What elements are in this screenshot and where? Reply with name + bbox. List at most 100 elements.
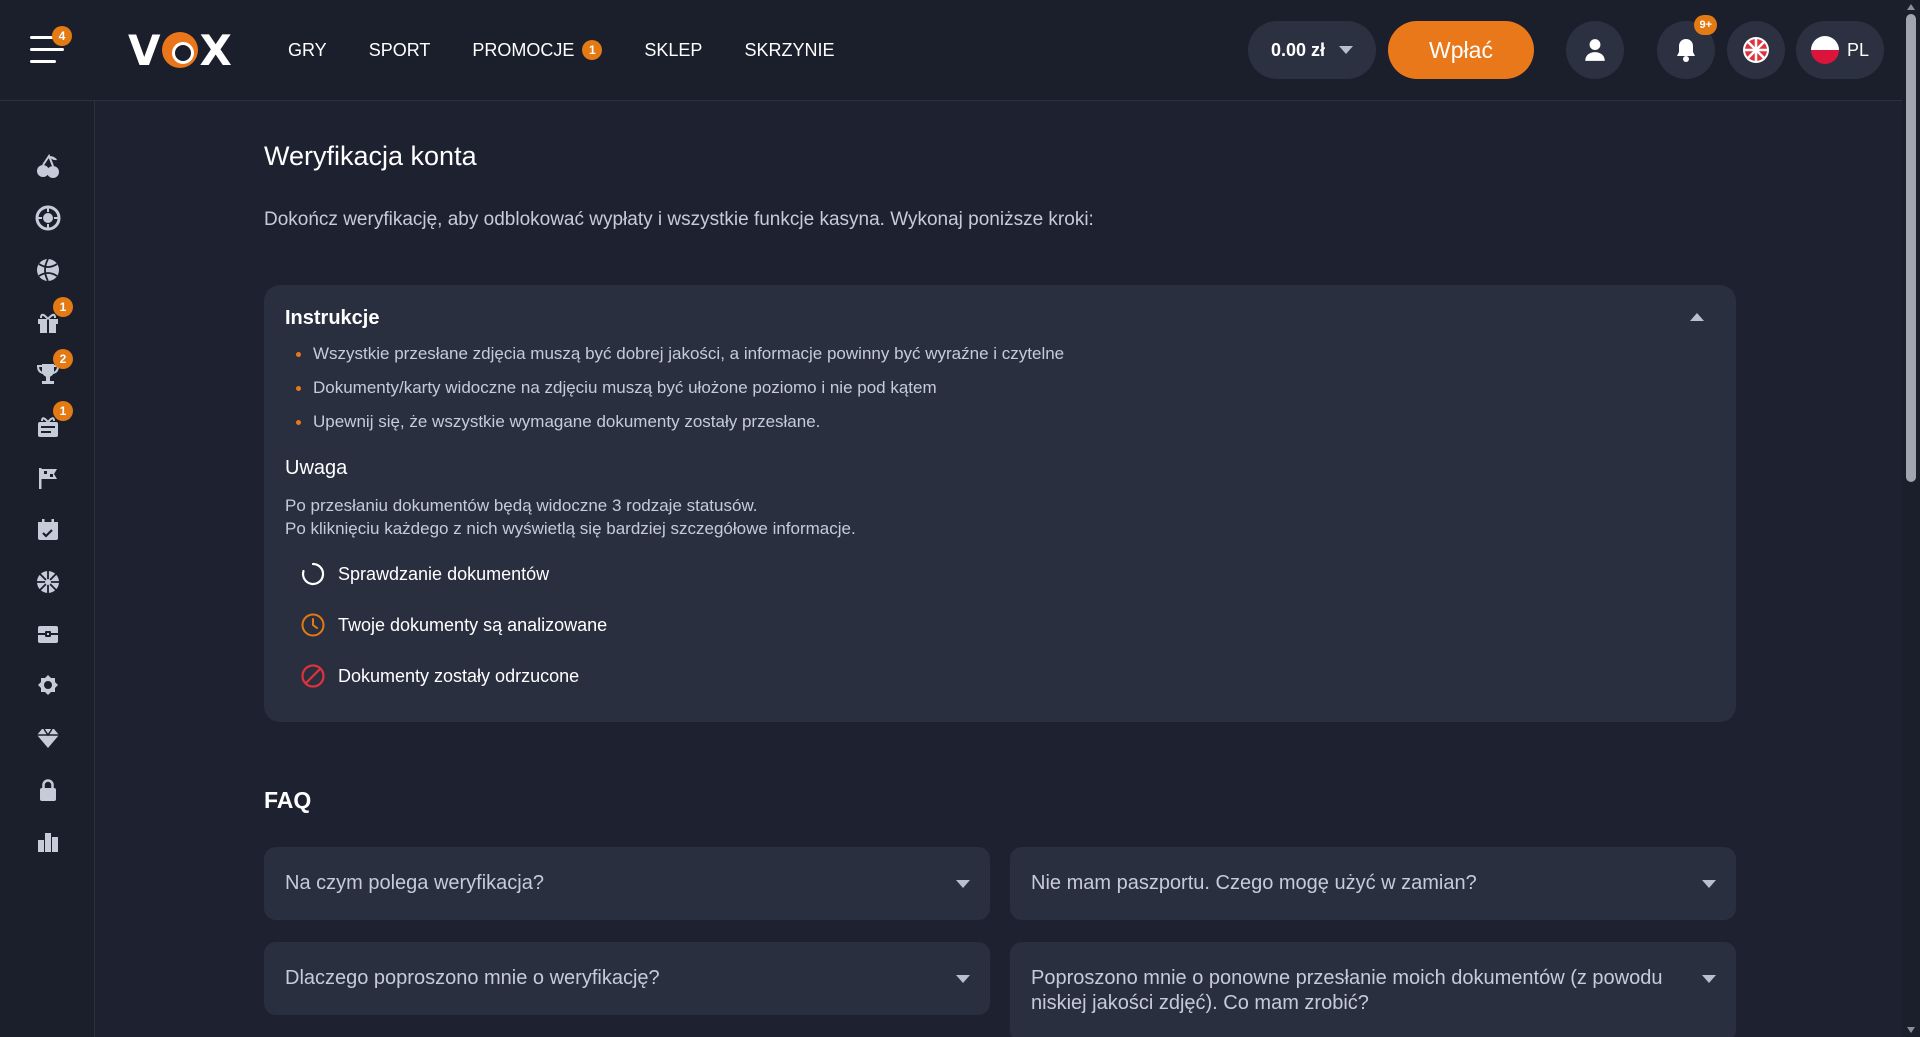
status-label: Sprawdzanie dokumentów (338, 563, 550, 584)
nav-chests[interactable]: SKRZYNIE (744, 38, 834, 62)
logo-chip (161, 32, 198, 68)
fortune-wheel-icon (1743, 37, 1769, 63)
vox-logo[interactable]: VX (128, 25, 232, 75)
nav-sport[interactable]: SPORT (369, 38, 431, 62)
sidebar-item-live-casino[interactable] (33, 203, 63, 233)
sidebar-item-security[interactable] (33, 775, 63, 805)
calendar-icon (38, 519, 58, 540)
nav-shop[interactable]: SKLEP (644, 38, 702, 62)
menu-line (30, 36, 54, 39)
notifications-button[interactable]: 9+ (1657, 15, 1717, 79)
sidebar-item-wheel[interactable] (33, 567, 63, 597)
faq-question: Dlaczego poproszono mnie o weryfikację? (285, 967, 660, 989)
chevron-down-icon (956, 975, 970, 983)
scroll-down-arrow-icon[interactable] (1907, 1027, 1915, 1033)
status-checking[interactable]: Sprawdzanie dokumentów (300, 561, 607, 587)
bell-icon (1677, 39, 1695, 62)
rule-text: Upewnij się, że wszystkie wymagane dokum… (313, 412, 821, 431)
chevron-down-icon (1702, 975, 1716, 983)
sidebar-item-sport[interactable] (33, 255, 63, 285)
faq-question: Nie mam paszportu. Czego mogę użyć w zam… (1031, 872, 1477, 894)
roulette-icon (35, 205, 61, 231)
sidebar-item-calendar[interactable] (33, 515, 63, 545)
nav-promotions[interactable]: PROMOCJE 1 (472, 38, 603, 62)
scroll-up-arrow-icon[interactable] (1907, 4, 1915, 10)
trophy-badge: 2 (53, 349, 73, 369)
faq-question: Poproszono mnie o ponowne przesłanie moi… (1031, 967, 1663, 1014)
status-rejected[interactable]: Dokumenty zostały odrzucone (300, 663, 607, 689)
bullet-icon (296, 352, 301, 357)
sidebar-item-vip[interactable] (33, 723, 63, 753)
chevron-up-icon[interactable] (1690, 313, 1704, 321)
language-selector[interactable]: PL (1796, 21, 1884, 79)
faq-item[interactable]: Na czym polega weryfikacja? (264, 847, 990, 920)
page-title: Weryfikacja konta (264, 141, 477, 171)
faq-item[interactable]: Nie mam paszportu. Czego mogę użyć w zam… (1010, 847, 1736, 920)
sidebar-item-leaderboard[interactable] (33, 827, 63, 857)
list-item: Upewnij się, że wszystkie wymagane dokum… (285, 412, 1064, 446)
status-label: Dokumenty zostały odrzucone (338, 665, 580, 686)
sidebar-item-races[interactable] (33, 463, 63, 493)
deposit-button[interactable]: Wpłać (1388, 21, 1534, 79)
faq-title: FAQ (264, 787, 312, 813)
status-label: Twoje dokumenty są analizowane (338, 614, 608, 635)
chevron-down-icon (956, 880, 970, 888)
sidebar-item-bonuses[interactable]: 1 (33, 401, 73, 441)
cherries-icon (37, 153, 59, 178)
promotions-badge: 1 (582, 40, 603, 60)
rule-text: Wszystkie przesłane zdjęcia muszą być do… (313, 344, 1065, 363)
wheel-icon (37, 571, 59, 593)
menu-badge: 4 (52, 26, 72, 46)
lock-icon (40, 779, 56, 801)
sidebar-item-chests[interactable] (33, 619, 63, 649)
main-nav: GRY SPORT PROMOCJE 1 SKLEP SKRZYNIE (288, 38, 876, 62)
nav-label: SKLEP (644, 39, 703, 60)
faq-item[interactable]: Poproszono mnie o ponowne przesłanie moi… (1010, 942, 1736, 1037)
instructions-list: Wszystkie przesłane zdjęcia muszą być do… (285, 344, 1064, 446)
status-analyzing[interactable]: Twoje dokumenty są analizowane (300, 612, 607, 638)
bonus-badge: 1 (53, 401, 73, 421)
note-text: Po przesłaniu dokumentów będą widoczne 3… (285, 494, 856, 540)
rejected-icon (300, 663, 326, 689)
balance-dropdown[interactable]: 0.00 zł (1248, 21, 1376, 79)
logo-letter-x: X (199, 25, 232, 75)
sidebar-item-achievements[interactable] (33, 671, 63, 701)
sidebar-item-slots[interactable] (33, 151, 63, 181)
menu-line (30, 48, 64, 51)
instructions-title: Instrukcje (285, 307, 380, 329)
profile-button[interactable] (1566, 21, 1624, 79)
balance-value: 0.00 zł (1270, 39, 1326, 60)
chevron-down-icon (1339, 46, 1354, 54)
logo-letter-v: V (128, 25, 161, 75)
nav-label: GRY (288, 39, 327, 60)
sidebar-item-gifts[interactable]: 1 (33, 297, 73, 337)
notifications-badge: 9+ (1694, 15, 1717, 35)
bullet-icon (296, 420, 301, 425)
menu-button[interactable]: 4 (26, 26, 72, 70)
note-line: Po kliknięciu każdego z nich wyświetlą s… (285, 519, 856, 538)
top-bar: 4 VX GRY SPORT PROMOCJE 1 SKLEP SKRZYNIE … (0, 0, 1902, 101)
badge-icon (38, 675, 58, 695)
fortune-wheel-button[interactable] (1727, 21, 1785, 79)
chevron-down-icon (1702, 880, 1716, 888)
bullet-icon (296, 386, 301, 391)
menu-line (30, 60, 56, 63)
poland-flag-icon (1810, 36, 1839, 64)
sidebar-item-tournaments[interactable]: 2 (33, 349, 73, 389)
language-code: PL (1846, 39, 1870, 60)
nav-games[interactable]: GRY (288, 38, 327, 62)
status-list: Sprawdzanie dokumentów Twoje dokumenty s… (300, 561, 607, 714)
faq-question: Na czym polega weryfikacja? (285, 872, 544, 894)
nav-label: SPORT (368, 39, 431, 60)
page-scrollbar[interactable] (1902, 0, 1920, 1037)
gift-badge: 1 (53, 297, 73, 317)
sidebar: 1 2 1 (0, 101, 95, 1037)
note-line: Po przesłaniu dokumentów będą widoczne 3… (285, 496, 758, 515)
faq-item[interactable]: Dlaczego poproszono mnie o weryfikację? (264, 942, 990, 1015)
scroll-thumb[interactable] (1906, 14, 1916, 482)
note-title: Uwaga (285, 457, 348, 479)
rule-text: Dokumenty/karty widoczne na zdjęciu musz… (313, 378, 937, 397)
leaderboard-icon (38, 833, 58, 852)
list-item: Wszystkie przesłane zdjęcia muszą być do… (285, 344, 1064, 378)
list-item: Dokumenty/karty widoczne na zdjęciu musz… (285, 378, 1064, 412)
